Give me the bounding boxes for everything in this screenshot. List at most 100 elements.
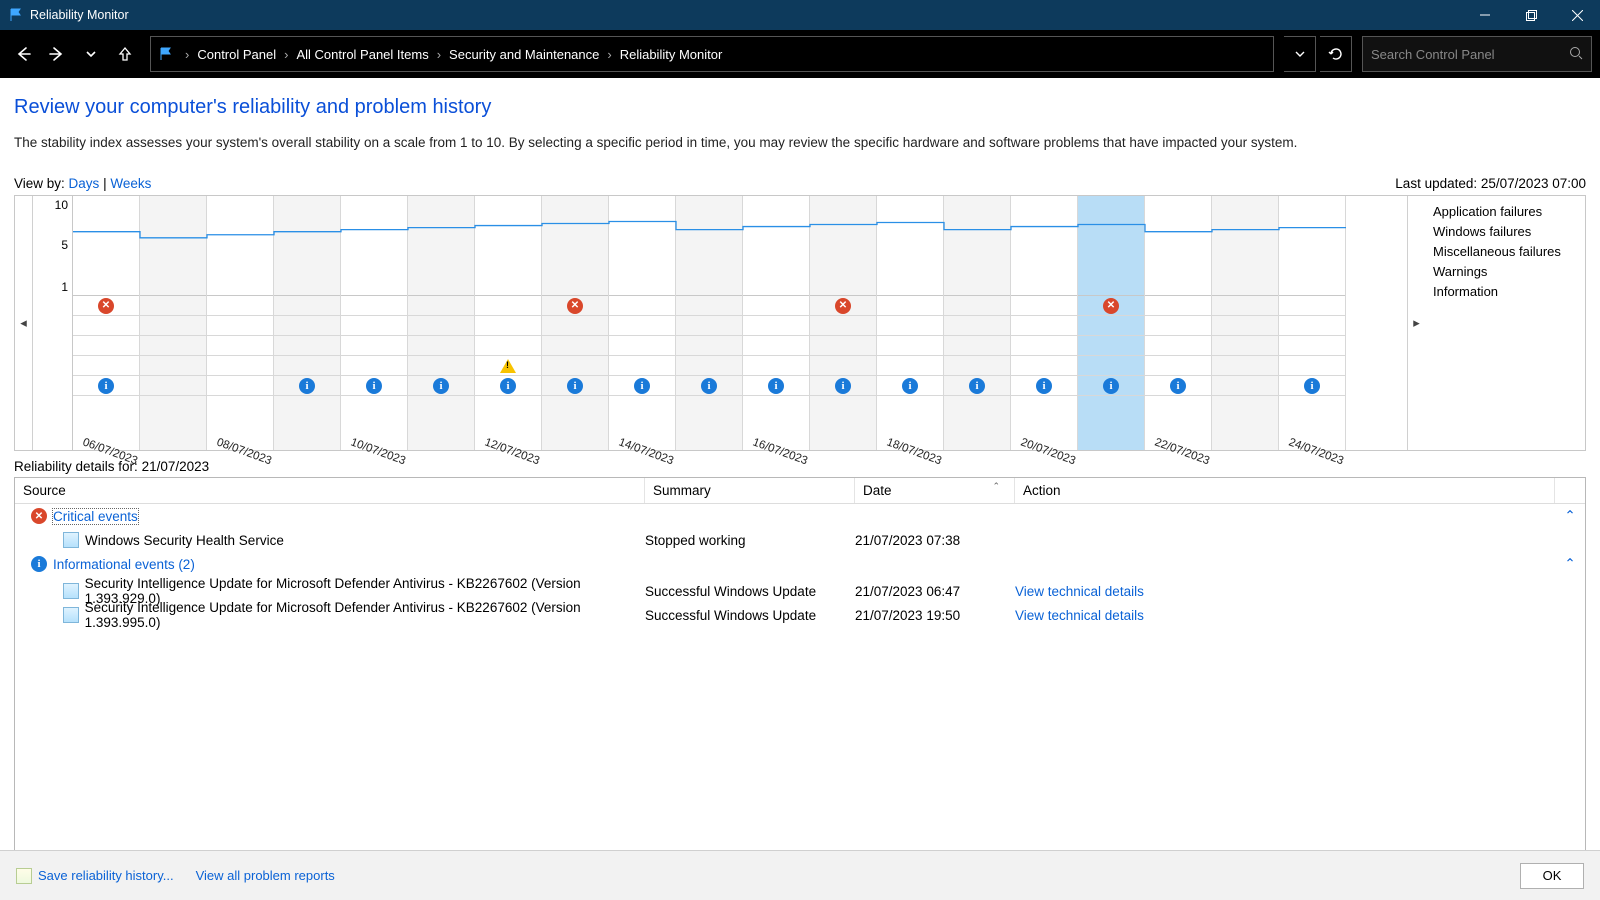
- chart-day-column[interactable]: i12/07/2023: [475, 196, 542, 450]
- event-source: Windows Security Health Service: [85, 533, 284, 548]
- chart-day-column[interactable]: i14/07/2023: [609, 196, 676, 450]
- event-row[interactable]: Windows Security Health Service Stopped …: [15, 528, 1585, 552]
- chart-day-column[interactable]: [1212, 196, 1279, 450]
- breadcrumb[interactable]: Control Panel: [197, 47, 276, 62]
- chart-grid[interactable]: ✕i06/07/202308/07/2023ii10/07/2023ii12/0…: [73, 196, 1407, 450]
- view-by-selector: View by: Days | Weeks: [14, 176, 151, 191]
- chart-day-column[interactable]: i: [274, 196, 341, 450]
- view-by-label: View by:: [14, 176, 65, 191]
- title-bar: Reliability Monitor: [0, 0, 1600, 30]
- nav-up-button[interactable]: [110, 39, 140, 69]
- info-icon: i: [433, 378, 449, 394]
- chart-scroll-left-button[interactable]: ◂: [15, 196, 33, 450]
- address-bar[interactable]: › Control Panel › All Control Panel Item…: [150, 36, 1274, 72]
- chart-day-column[interactable]: [140, 196, 207, 450]
- breadcrumb[interactable]: Security and Maintenance: [449, 47, 599, 62]
- chart-day-column[interactable]: ✕i06/07/2023: [73, 196, 140, 450]
- chart-scroll-right-button[interactable]: ▸: [1407, 196, 1425, 450]
- column-source[interactable]: Source: [15, 478, 645, 503]
- chart-day-column[interactable]: i16/07/2023: [743, 196, 810, 450]
- info-icon: i: [902, 378, 918, 394]
- app-flag-icon: [8, 7, 24, 23]
- chart-day-column[interactable]: i10/07/2023: [341, 196, 408, 450]
- legend-warnings: Warnings: [1433, 262, 1585, 282]
- refresh-button[interactable]: [1320, 36, 1352, 72]
- warning-icon: [500, 359, 516, 373]
- info-icon: i: [366, 378, 382, 394]
- column-summary[interactable]: Summary: [645, 478, 855, 503]
- legend-information: Information: [1433, 282, 1585, 302]
- event-summary: Successful Windows Update: [645, 584, 855, 599]
- search-input[interactable]: [1371, 47, 1569, 62]
- event-date: 21/07/2023 06:47: [855, 584, 1015, 599]
- save-history-link[interactable]: Save reliability history...: [38, 868, 174, 883]
- info-icon: i: [1170, 378, 1186, 394]
- event-date: 21/07/2023 19:50: [855, 608, 1015, 623]
- breadcrumb[interactable]: Reliability Monitor: [620, 47, 723, 62]
- chart-day-column[interactable]: i22/07/2023: [1145, 196, 1212, 450]
- info-icon: i: [835, 378, 851, 394]
- window-maximize-button[interactable]: [1508, 0, 1554, 30]
- group-critical-events[interactable]: ✕ Critical events ⌃: [15, 504, 1585, 528]
- info-icon: i: [31, 556, 47, 572]
- column-date[interactable]: Date ⌃: [855, 478, 1015, 503]
- chart-day-column[interactable]: i20/07/2023: [1011, 196, 1078, 450]
- info-icon: i: [1304, 378, 1320, 394]
- nav-back-button[interactable]: [8, 39, 38, 69]
- column-action[interactable]: Action: [1015, 478, 1555, 503]
- ok-button[interactable]: OK: [1520, 863, 1584, 889]
- window-close-button[interactable]: [1554, 0, 1600, 30]
- table-body: ✕ Critical events ⌃ Windows Security Hea…: [15, 504, 1585, 624]
- view-by-days-link[interactable]: Days: [69, 176, 100, 191]
- event-source: Security Intelligence Update for Microso…: [85, 600, 645, 630]
- breadcrumb[interactable]: All Control Panel Items: [296, 47, 428, 62]
- chart-day-column[interactable]: 08/07/2023: [207, 196, 274, 450]
- collapse-icon[interactable]: ⌃: [1555, 556, 1585, 572]
- nav-history-dropdown[interactable]: [76, 39, 106, 69]
- view-details-link[interactable]: View technical details: [1015, 584, 1144, 599]
- chart-legend: Application failures Windows failures Mi…: [1425, 196, 1585, 450]
- error-icon: ✕: [98, 298, 114, 314]
- window-minimize-button[interactable]: [1462, 0, 1508, 30]
- info-icon: i: [500, 378, 516, 394]
- chart-day-column[interactable]: ✕i: [542, 196, 609, 450]
- error-icon: ✕: [567, 298, 583, 314]
- error-icon: ✕: [835, 298, 851, 314]
- group-informational-events[interactable]: i Informational events (2) ⌃: [15, 552, 1585, 576]
- info-icon: i: [1036, 378, 1052, 394]
- collapse-icon[interactable]: ⌃: [1555, 508, 1585, 524]
- error-icon: ✕: [31, 508, 47, 524]
- last-updated: Last updated: 25/07/2023 07:00: [1395, 176, 1586, 191]
- y-tick: 5: [61, 238, 68, 252]
- legend-win-failures: Windows failures: [1433, 222, 1585, 242]
- view-reports-link[interactable]: View all problem reports: [196, 868, 335, 883]
- event-row[interactable]: Security Intelligence Update for Microso…: [15, 600, 1585, 624]
- update-icon: [63, 607, 79, 623]
- chart-day-column[interactable]: ✕i: [810, 196, 877, 450]
- document-icon: [16, 868, 32, 884]
- address-dropdown-button[interactable]: [1284, 36, 1316, 72]
- chevron-right-icon: ›: [185, 47, 189, 62]
- view-by-weeks-link[interactable]: Weeks: [110, 176, 151, 191]
- stability-chart: ◂ 10 5 1 ✕i06/07/202308/07/2023ii10/07/2…: [14, 195, 1586, 451]
- view-details-link[interactable]: View technical details: [1015, 608, 1144, 623]
- last-updated-label: Last updated:: [1395, 176, 1477, 191]
- chart-day-column[interactable]: ✕i: [1078, 196, 1145, 450]
- nav-forward-button[interactable]: [42, 39, 72, 69]
- event-row[interactable]: Security Intelligence Update for Microso…: [15, 576, 1585, 600]
- navigation-bar: › Control Panel › All Control Panel Item…: [0, 30, 1600, 78]
- chart-day-column[interactable]: i24/07/2023: [1279, 196, 1346, 450]
- chart-day-column[interactable]: i18/07/2023: [877, 196, 944, 450]
- legend-misc-failures: Miscellaneous failures: [1433, 242, 1585, 262]
- chart-day-column[interactable]: i: [408, 196, 475, 450]
- chart-day-column[interactable]: i: [944, 196, 1011, 450]
- info-icon: i: [567, 378, 583, 394]
- search-box[interactable]: [1362, 36, 1592, 72]
- chart-day-column[interactable]: i: [676, 196, 743, 450]
- info-icon: i: [701, 378, 717, 394]
- event-summary: Successful Windows Update: [645, 608, 855, 623]
- info-icon: i: [1103, 378, 1119, 394]
- address-flag-icon: [159, 47, 177, 61]
- chart-y-axis: 10 5 1: [33, 196, 73, 450]
- search-icon: [1569, 46, 1583, 63]
